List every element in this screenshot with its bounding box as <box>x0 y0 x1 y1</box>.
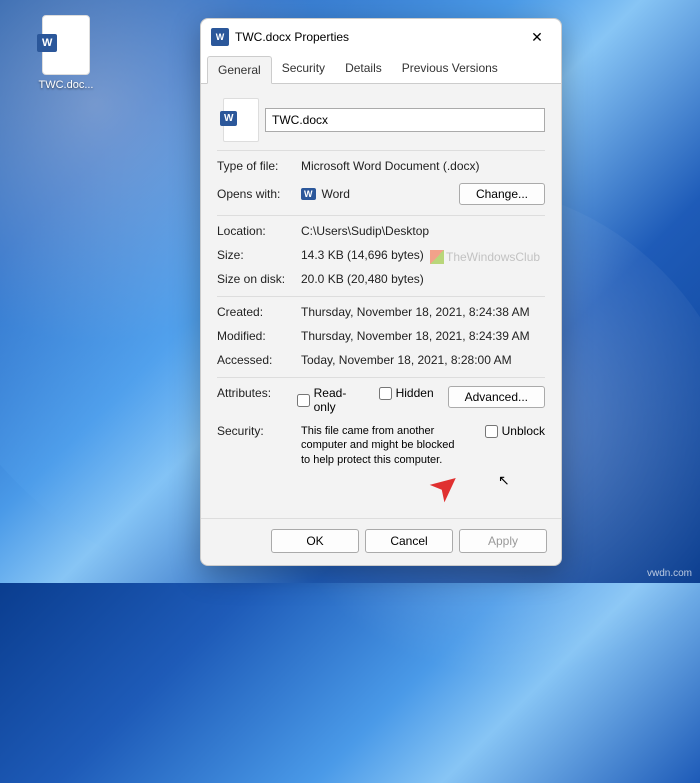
size-on-disk-value: 20.0 KB (20,480 bytes) <box>301 272 545 286</box>
unblock-checkbox[interactable] <box>485 425 498 438</box>
created-value: Thursday, November 18, 2021, 8:24:38 AM <box>301 305 545 319</box>
properties-dialog: W TWC.docx Properties ✕ General Security… <box>200 18 562 566</box>
close-button[interactable]: ✕ <box>523 27 551 47</box>
modified-value: Thursday, November 18, 2021, 8:24:39 AM <box>301 329 545 343</box>
modified-label: Modified: <box>217 329 301 343</box>
type-label: Type of file: <box>217 159 301 173</box>
dialog-footer: OK Cancel Apply <box>201 518 561 565</box>
word-app-icon: W <box>301 188 316 200</box>
type-value: Microsoft Word Document (.docx) <box>301 159 545 173</box>
divider <box>217 377 545 378</box>
tab-general[interactable]: General <box>207 56 272 84</box>
readonly-label: Read-only <box>314 386 365 414</box>
security-row-label: Security: <box>217 424 301 438</box>
word-icon: W <box>211 28 229 46</box>
tab-security[interactable]: Security <box>272 55 335 83</box>
security-text: This file came from another computer and… <box>301 424 461 467</box>
created-label: Created: <box>217 305 301 319</box>
divider <box>217 215 545 216</box>
opens-with-value: Word <box>322 187 350 201</box>
apply-button[interactable]: Apply <box>459 529 547 553</box>
divider <box>217 150 545 151</box>
titlebar: W TWC.docx Properties ✕ <box>201 19 561 55</box>
desktop-file-icon[interactable]: W TWC.doc... <box>30 15 102 91</box>
advanced-button[interactable]: Advanced... <box>448 386 545 408</box>
hidden-checkbox[interactable] <box>379 387 392 400</box>
readonly-checkbox[interactable] <box>297 394 310 407</box>
desktop-file-label: TWC.doc... <box>30 79 102 91</box>
opens-with-label: Opens with: <box>217 187 301 201</box>
tab-content-general: Type of file: Microsoft Word Document (.… <box>201 83 561 518</box>
accessed-value: Today, November 18, 2021, 8:28:00 AM <box>301 353 545 367</box>
location-value: C:\Users\Sudip\Desktop <box>301 224 545 238</box>
hidden-label: Hidden <box>396 386 434 400</box>
tab-details[interactable]: Details <box>335 55 392 83</box>
attribution: vwdn.com <box>647 568 692 579</box>
accessed-label: Accessed: <box>217 353 301 367</box>
size-label: Size: <box>217 248 301 262</box>
filename-input[interactable] <box>265 108 545 132</box>
word-file-icon: W <box>42 15 90 75</box>
tab-strip: General Security Details Previous Versio… <box>201 55 561 83</box>
tab-previous-versions[interactable]: Previous Versions <box>392 55 508 83</box>
change-button[interactable]: Change... <box>459 183 545 205</box>
size-on-disk-label: Size on disk: <box>217 272 301 286</box>
size-value: 14.3 KB (14,696 bytes) <box>301 248 545 262</box>
file-type-icon <box>223 98 259 142</box>
cancel-button[interactable]: Cancel <box>365 529 453 553</box>
dialog-title: TWC.docx Properties <box>235 30 523 44</box>
ok-button[interactable]: OK <box>271 529 359 553</box>
attributes-label: Attributes: <box>217 386 297 400</box>
location-label: Location: <box>217 224 301 238</box>
unblock-label: Unblock <box>502 424 545 438</box>
divider <box>217 296 545 297</box>
